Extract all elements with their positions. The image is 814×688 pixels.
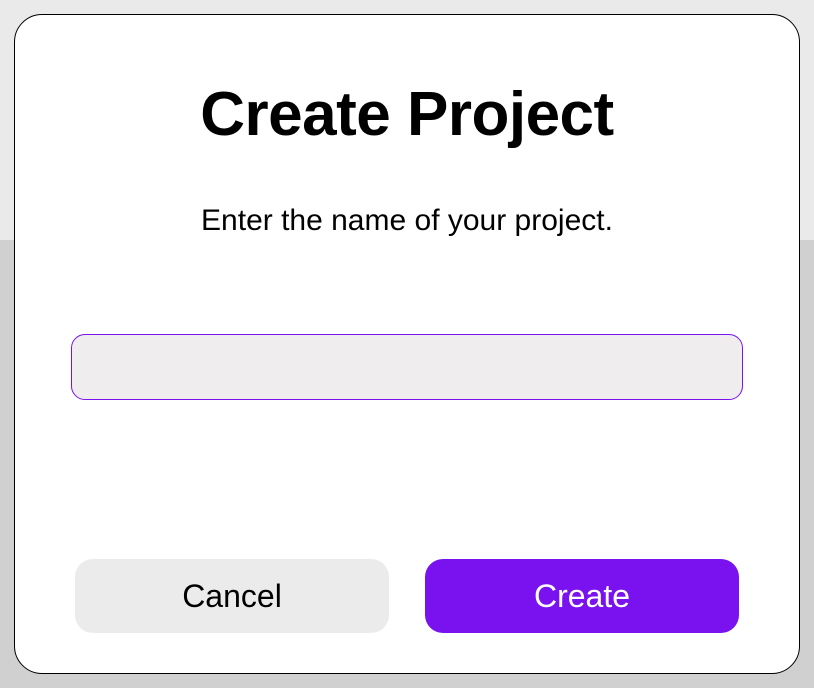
dialog-title: Create Project (200, 79, 613, 150)
dialog-subtitle: Enter the name of your project. (201, 204, 613, 238)
project-name-input[interactable] (71, 334, 743, 400)
project-name-field-wrap (71, 334, 743, 400)
cancel-button[interactable]: Cancel (75, 559, 389, 633)
create-project-dialog: Create Project Enter the name of your pr… (14, 14, 800, 674)
create-button[interactable]: Create (425, 559, 739, 633)
dialog-button-row: Cancel Create (75, 559, 739, 633)
